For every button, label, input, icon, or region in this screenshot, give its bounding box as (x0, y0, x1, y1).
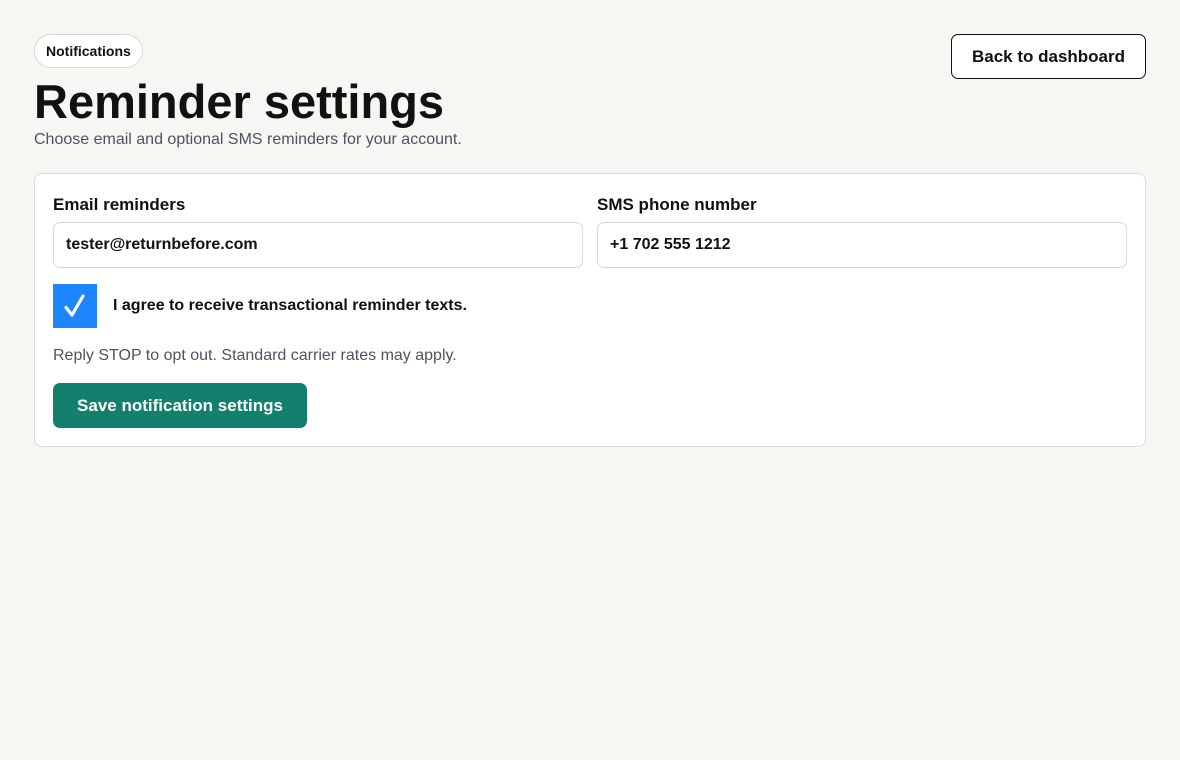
sms-opt-out-help-text: Reply STOP to opt out. Standard carrier … (53, 347, 457, 364)
notification-settings-card: Email reminders SMS phone number I agree… (34, 173, 1146, 447)
reminder-settings-page: Notifications Reminder settings Choose e… (0, 0, 1180, 760)
notifications-badge: Notifications (34, 34, 143, 68)
sms-consent-label[interactable]: I agree to receive transactional reminde… (113, 296, 467, 316)
save-notification-settings-button[interactable]: Save notification settings (53, 383, 307, 428)
sms-phone-number-label: SMS phone number (597, 195, 757, 214)
email-reminders-input[interactable] (53, 222, 583, 268)
page-title: Reminder settings (34, 75, 445, 128)
sms-phone-number-input[interactable] (597, 222, 1127, 268)
back-to-dashboard-button[interactable]: Back to dashboard (951, 34, 1146, 79)
page-subtitle: Choose email and optional SMS reminders … (34, 131, 462, 148)
sms-consent-checkbox[interactable] (53, 284, 97, 328)
email-reminders-label: Email reminders (53, 195, 186, 214)
check-icon (64, 294, 85, 317)
